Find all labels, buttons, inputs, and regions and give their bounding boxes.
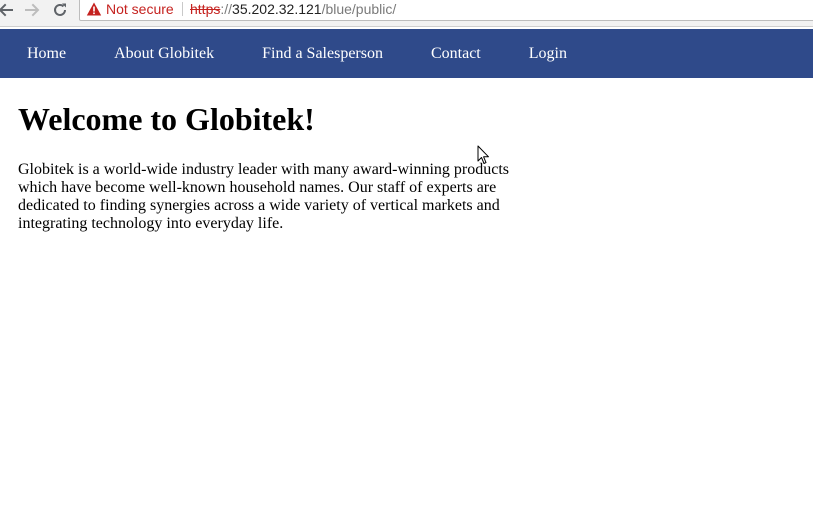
back-arrow-icon bbox=[0, 3, 13, 17]
omnibox-divider bbox=[182, 2, 183, 16]
site-navigation-bar: Home About Globitek Find a Salesperson C… bbox=[0, 29, 813, 78]
url-text[interactable]: https://35.202.32.121/blue/public/ bbox=[190, 0, 396, 18]
nav-item-login[interactable]: Login bbox=[529, 44, 567, 64]
back-button[interactable] bbox=[0, 0, 16, 20]
nav-item-home[interactable]: Home bbox=[27, 44, 66, 64]
url-scheme: https bbox=[190, 1, 221, 17]
forward-button[interactable] bbox=[22, 0, 42, 20]
reload-icon bbox=[54, 3, 66, 16]
page-title: Welcome to Globitek! bbox=[18, 101, 315, 137]
nav-item-contact[interactable]: Contact bbox=[431, 44, 481, 64]
url-path: /blue/public/ bbox=[321, 1, 397, 17]
intro-paragraph: Globitek is a world-wide industry leader… bbox=[18, 161, 509, 232]
browser-toolbar: Not secure https://35.202.32.121/blue/pu… bbox=[0, 0, 813, 27]
url-separator: :// bbox=[220, 1, 233, 17]
security-status-label[interactable]: Not secure bbox=[106, 0, 174, 18]
nav-item-about[interactable]: About Globitek bbox=[114, 44, 214, 64]
warning-triangle-icon bbox=[86, 2, 102, 16]
forward-arrow-icon bbox=[25, 3, 40, 17]
reload-button[interactable] bbox=[50, 0, 70, 20]
nav-list: Home About Globitek Find a Salesperson C… bbox=[0, 29, 813, 78]
address-bar[interactable]: Not secure https://35.202.32.121/blue/pu… bbox=[79, 0, 813, 21]
nav-item-find-salesperson[interactable]: Find a Salesperson bbox=[262, 44, 383, 64]
main-content: Welcome to Globitek! Globitek is a world… bbox=[18, 78, 518, 233]
url-host: 35.202.32.121 bbox=[232, 1, 322, 17]
